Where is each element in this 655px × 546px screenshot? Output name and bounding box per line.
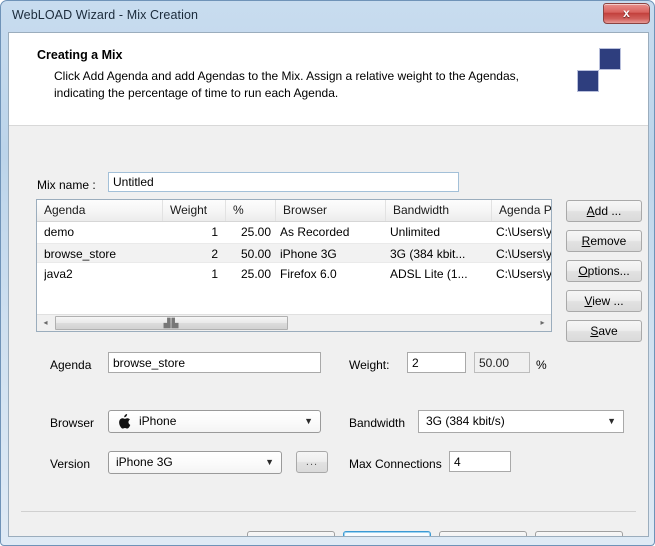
table-horizontal-scrollbar[interactable]: ◂ ▸ ▟▙: [37, 314, 551, 331]
window-title: WebLOAD Wizard - Mix Creation: [12, 8, 199, 22]
scrollbar-grip-icon: ▟▙: [163, 318, 180, 328]
max-connections-label: Max Connections: [349, 457, 442, 471]
chevron-down-icon: ▼: [265, 457, 274, 467]
table-row[interactable]: demo 1 25.00 As Recorded Unlimited C:\Us…: [37, 222, 551, 242]
table-row[interactable]: browse_store 2 50.00 iPhone 3G 3G (384 k…: [37, 243, 551, 263]
cell-agenda: demo: [44, 225, 75, 239]
cell-bandwidth: 3G (384 kbit...: [390, 247, 466, 261]
bandwidth-dropdown[interactable]: 3G (384 kbit/s) ▼: [418, 410, 624, 433]
chevron-down-icon: ▼: [607, 416, 616, 426]
weight-input[interactable]: [407, 352, 466, 373]
dialog-client-area: Creating a Mix Click Add Agenda and add …: [8, 32, 649, 537]
view-button[interactable]: View ...: [566, 290, 642, 312]
cell-path: C:\Users\y: [496, 247, 551, 261]
apple-logo-icon: [119, 414, 131, 429]
cell-browser: As Recorded: [280, 225, 350, 239]
browser-label: Browser: [50, 416, 95, 430]
column-header-agenda[interactable]: Agenda: [37, 200, 163, 221]
scrollbar-thumb[interactable]: ▟▙: [55, 316, 288, 330]
next-button[interactable]: Next >: [343, 531, 431, 536]
bandwidth-dropdown-value: 3G (384 kbit/s): [426, 414, 505, 428]
cell-weight: 1: [211, 225, 218, 239]
side-btn-accel: A: [586, 204, 595, 218]
close-icon: x: [623, 6, 630, 20]
bandwidth-label: Bandwidth: [349, 416, 406, 430]
cell-agenda: java2: [44, 267, 73, 281]
options-button[interactable]: Options...: [566, 260, 642, 282]
logo-square-top: [599, 48, 621, 70]
table-header-row: Agenda Weight % Browser Bandwidth Agenda…: [37, 200, 551, 222]
version-dropdown[interactable]: iPhone 3G ▼: [108, 451, 282, 474]
scroll-right-arrow-icon[interactable]: ▸: [534, 315, 551, 331]
back-button[interactable]: < Back: [247, 531, 335, 536]
table-row[interactable]: java2 1 25.00 Firefox 6.0 ADSL Lite (1..…: [37, 264, 551, 284]
agenda-table[interactable]: Agenda Weight % Browser Bandwidth Agenda…: [36, 199, 552, 332]
column-header-agenda-path[interactable]: Agenda Pa: [492, 200, 551, 221]
column-header-browser[interactable]: Browser: [276, 200, 386, 221]
cell-percent: 25.00: [240, 225, 271, 239]
weight-label: Weight:: [349, 358, 390, 372]
mix-name-label: Mix name :: [37, 178, 96, 192]
side-btn-accel: R: [581, 234, 591, 248]
scroll-left-arrow-icon[interactable]: ◂: [37, 315, 54, 331]
version-dropdown-value: iPhone 3G: [116, 455, 173, 469]
column-header-percent[interactable]: %: [226, 200, 276, 221]
version-label: Version: [50, 457, 91, 471]
dialog-body: Mix name : Agenda Weight % Browser Bandw…: [9, 126, 648, 490]
cell-bandwidth: Unlimited: [390, 225, 441, 239]
webload-logo: [576, 48, 626, 96]
cell-browser: iPhone 3G: [280, 247, 337, 261]
cell-browser: Firefox 6.0: [280, 267, 337, 281]
side-btn-rest: emove: [590, 234, 627, 248]
chevron-down-icon: ▼: [304, 416, 313, 426]
cell-weight: 1: [211, 267, 218, 281]
mix-name-input[interactable]: [108, 172, 459, 192]
column-header-bandwidth[interactable]: Bandwidth: [386, 200, 492, 221]
close-button[interactable]: x: [603, 3, 650, 24]
max-connections-input[interactable]: [449, 451, 511, 472]
cell-path: C:\Users\y: [496, 225, 551, 239]
percent-display: [474, 352, 530, 373]
add-agenda-button[interactable]: Add ...: [566, 200, 642, 222]
cell-bandwidth: ADSL Lite (1...: [390, 267, 468, 281]
cell-percent: 25.00: [240, 267, 271, 281]
page-description: Click Add Agenda and add Agendas to the …: [54, 69, 519, 100]
agenda-label: Agenda: [50, 358, 92, 372]
side-btn-rest: dd ...: [594, 204, 622, 218]
remove-agenda-button[interactable]: Remove: [566, 230, 642, 252]
logo-square-bottom: [577, 70, 599, 92]
help-button[interactable]: Help: [535, 531, 623, 536]
cell-percent: 50.00: [240, 247, 271, 261]
side-btn-accel: O: [578, 264, 588, 278]
side-btn-rest: ptions...: [587, 264, 630, 278]
side-btn-rest: ave: [598, 324, 618, 338]
title-bar: WebLOAD Wizard - Mix Creation x: [1, 1, 654, 31]
footer-divider: [21, 511, 636, 512]
side-btn-rest: iew ...: [592, 294, 624, 308]
browser-dropdown[interactable]: iPhone ▼: [108, 410, 321, 433]
table-body: demo 1 25.00 As Recorded Unlimited C:\Us…: [37, 222, 551, 307]
wizard-dialog-window: WebLOAD Wizard - Mix Creation x Creating…: [0, 0, 655, 546]
cancel-button[interactable]: Cancel: [439, 531, 527, 536]
page-title: Creating a Mix: [37, 48, 123, 62]
browser-dropdown-value: iPhone: [139, 414, 177, 428]
percent-symbol-label: %: [536, 358, 547, 372]
save-button[interactable]: Save: [566, 320, 642, 342]
wizard-header: Creating a Mix Click Add Agenda and add …: [9, 33, 648, 126]
cell-weight: 2: [211, 247, 218, 261]
column-header-weight[interactable]: Weight: [163, 200, 226, 221]
cell-agenda: browse_store: [44, 247, 117, 261]
cell-path: C:\Users\y: [496, 267, 551, 281]
version-browse-button[interactable]: ...: [296, 451, 328, 473]
agenda-input[interactable]: [108, 352, 321, 373]
